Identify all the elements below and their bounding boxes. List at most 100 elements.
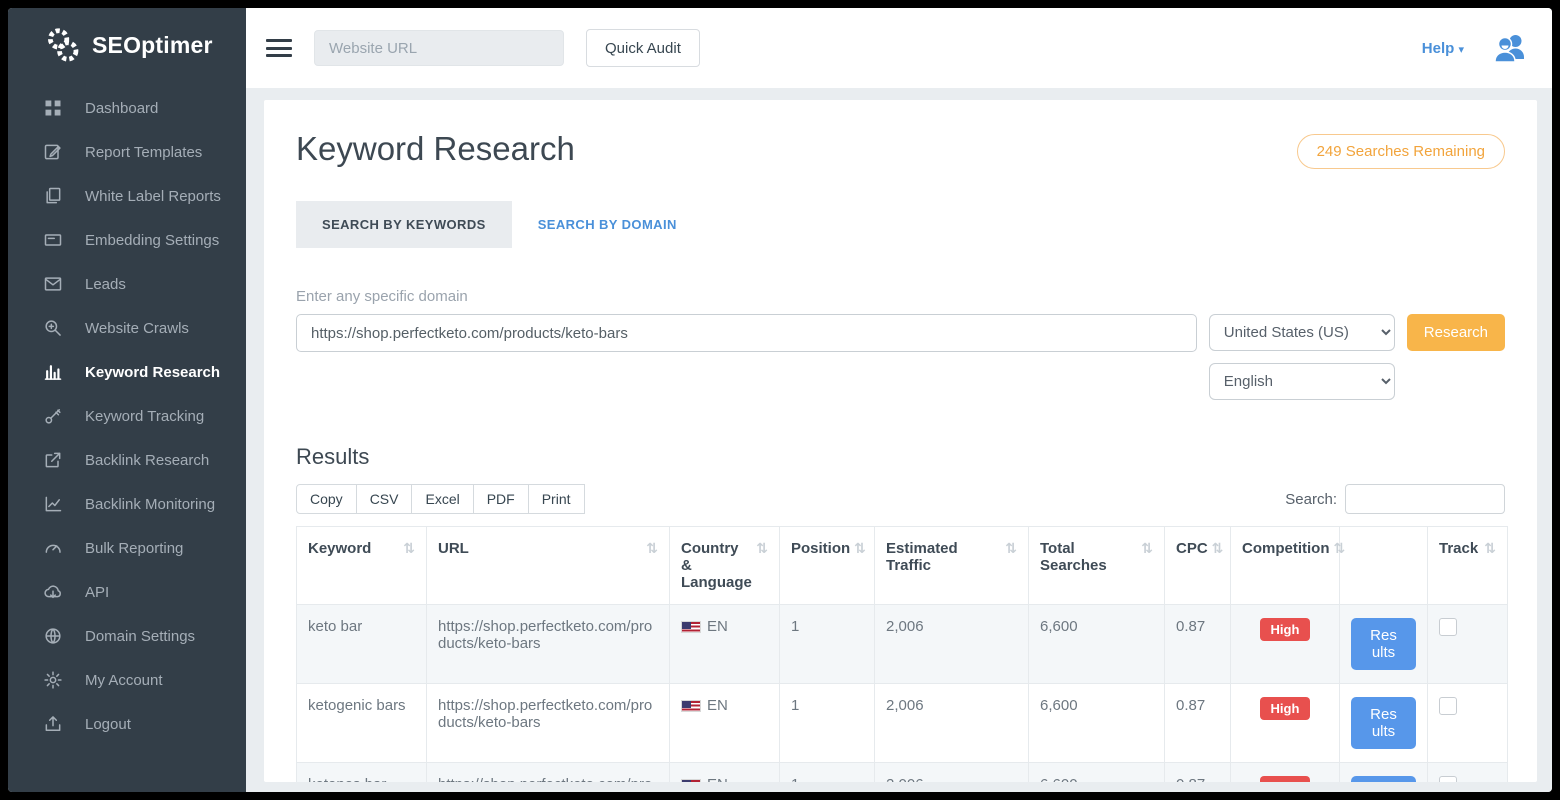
position-cell: 1 bbox=[780, 605, 875, 684]
sidebar-item[interactable]: Embedding Settings bbox=[8, 218, 246, 262]
sidebar-item[interactable]: Leads bbox=[8, 262, 246, 306]
total-searches-cell: 6,600 bbox=[1029, 763, 1165, 783]
website-url-input[interactable] bbox=[314, 30, 564, 66]
url-cell: https://shop.perfectketo.com/products/ke… bbox=[427, 684, 670, 763]
country-language-cell: EN bbox=[670, 605, 780, 684]
competition-cell: High bbox=[1231, 684, 1340, 763]
table-search-input[interactable] bbox=[1345, 484, 1505, 514]
sidebar-item-label: Bulk Reporting bbox=[85, 540, 183, 557]
sort-icon: ⇅ bbox=[1334, 540, 1346, 557]
export-button-group: Copy CSV Excel PDF Print bbox=[296, 484, 584, 514]
sidebar-item-label: Keyword Research bbox=[85, 364, 220, 381]
sort-icon: ⇅ bbox=[1005, 540, 1017, 574]
us-flag-icon bbox=[681, 700, 701, 712]
domain-settings-icon bbox=[43, 626, 63, 646]
logout-icon bbox=[43, 714, 63, 734]
language-select[interactable]: English bbox=[1209, 363, 1395, 400]
col-header-url[interactable]: URL⇅ bbox=[427, 527, 670, 605]
col-header-track[interactable]: Track⇅ bbox=[1428, 527, 1508, 605]
sidebar-item[interactable]: Backlink Research bbox=[8, 438, 246, 482]
sort-icon: ⇅ bbox=[1212, 540, 1224, 557]
country-language-cell: EN bbox=[670, 684, 780, 763]
col-header-cpc[interactable]: CPC⇅ bbox=[1165, 527, 1231, 605]
report-templates-icon bbox=[43, 142, 63, 162]
sidebar-item-label: My Account bbox=[85, 672, 163, 689]
sidebar-item-label: Dashboard bbox=[85, 100, 158, 117]
sidebar-item[interactable]: Website Crawls bbox=[8, 306, 246, 350]
col-header-position[interactable]: Position⇅ bbox=[780, 527, 875, 605]
total-searches-cell: 6,600 bbox=[1029, 684, 1165, 763]
export-button[interactable]: Excel bbox=[411, 484, 473, 514]
estimated-traffic-cell: 2,006 bbox=[875, 605, 1029, 684]
search-tabs: SEARCH BY KEYWORDS SEARCH BY DOMAIN bbox=[296, 201, 1505, 248]
sort-icon: ⇅ bbox=[646, 540, 658, 557]
sidebar-item[interactable]: White Label Reports bbox=[8, 174, 246, 218]
competition-badge: High bbox=[1260, 618, 1311, 641]
results-button[interactable]: Results bbox=[1351, 618, 1416, 670]
sidebar-item-label: Report Templates bbox=[85, 144, 202, 161]
results-button[interactable]: Results bbox=[1351, 697, 1416, 749]
sidebar-item[interactable]: API bbox=[8, 570, 246, 614]
sidebar-item[interactable]: Backlink Monitoring bbox=[8, 482, 246, 526]
sidebar-item[interactable]: Keyword Research bbox=[8, 350, 246, 394]
country-language-cell: EN bbox=[670, 763, 780, 783]
track-checkbox[interactable] bbox=[1439, 618, 1457, 636]
results-heading: Results bbox=[296, 444, 1505, 470]
results-button[interactable]: Results bbox=[1351, 776, 1416, 782]
export-button[interactable]: Copy bbox=[296, 484, 357, 514]
sidebar-item[interactable]: Dashboard bbox=[8, 86, 246, 130]
track-cell bbox=[1428, 605, 1508, 684]
topbar: Quick Audit Help ▾ bbox=[246, 8, 1552, 88]
sort-icon: ⇅ bbox=[1141, 540, 1153, 574]
keyword-cell: ketones bar bbox=[297, 763, 427, 783]
research-button[interactable]: Research bbox=[1407, 314, 1505, 351]
url-cell: https://shop.perfectketo.com/products/ke… bbox=[427, 763, 670, 783]
sidebar-item[interactable]: Bulk Reporting bbox=[8, 526, 246, 570]
users-icon[interactable] bbox=[1492, 33, 1526, 63]
tab-search-by-domain[interactable]: SEARCH BY DOMAIN bbox=[512, 201, 703, 248]
col-header-competition[interactable]: Competition⇅ bbox=[1231, 527, 1340, 605]
domain-field-label: Enter any specific domain bbox=[296, 288, 1505, 305]
hamburger-menu-icon[interactable] bbox=[266, 39, 292, 57]
export-button[interactable]: Print bbox=[528, 484, 585, 514]
results-toolbar: Copy CSV Excel PDF Print Search: bbox=[296, 484, 1505, 514]
col-header-keyword[interactable]: Keyword⇅ bbox=[297, 527, 427, 605]
cpc-cell: 0.87 bbox=[1165, 763, 1231, 783]
content-area: Keyword Research 249 Searches Remaining … bbox=[246, 88, 1552, 792]
main-area: Quick Audit Help ▾ Keyword Research 249 … bbox=[246, 8, 1552, 792]
logo[interactable]: SEOptimer bbox=[8, 8, 246, 80]
keyword-cell: keto bar bbox=[297, 605, 427, 684]
sort-icon: ⇅ bbox=[756, 540, 768, 591]
content-card: Keyword Research 249 Searches Remaining … bbox=[264, 100, 1537, 782]
table-row: keto bar https://shop.perfectketo.com/pr… bbox=[297, 605, 1508, 684]
sidebar-item[interactable]: Keyword Tracking bbox=[8, 394, 246, 438]
track-checkbox[interactable] bbox=[1439, 697, 1457, 715]
col-header-country-language[interactable]: Country & Language⇅ bbox=[670, 527, 780, 605]
sidebar-item-label: Website Crawls bbox=[85, 320, 189, 337]
searches-remaining-badge: 249 Searches Remaining bbox=[1297, 134, 1505, 169]
sidebar-item-label: Keyword Tracking bbox=[85, 408, 204, 425]
col-header-total-searches[interactable]: Total Searches⇅ bbox=[1029, 527, 1165, 605]
sidebar-item[interactable]: Logout bbox=[8, 702, 246, 746]
action-cell: Results bbox=[1340, 605, 1428, 684]
sidebar-item[interactable]: My Account bbox=[8, 658, 246, 702]
embedding-settings-icon bbox=[43, 230, 63, 250]
export-button[interactable]: CSV bbox=[356, 484, 413, 514]
sidebar-item-label: Domain Settings bbox=[85, 628, 195, 645]
sidebar-item[interactable]: Domain Settings bbox=[8, 614, 246, 658]
col-header-estimated-traffic[interactable]: Estimated Traffic⇅ bbox=[875, 527, 1029, 605]
sort-icon: ⇅ bbox=[854, 540, 866, 557]
table-row: ketogenic bars https://shop.perfectketo.… bbox=[297, 684, 1508, 763]
export-button[interactable]: PDF bbox=[473, 484, 529, 514]
competition-cell: High bbox=[1231, 763, 1340, 783]
track-checkbox[interactable] bbox=[1439, 776, 1457, 782]
tab-search-by-keywords[interactable]: SEARCH BY KEYWORDS bbox=[296, 201, 512, 248]
quick-audit-button[interactable]: Quick Audit bbox=[586, 29, 700, 67]
leads-icon bbox=[43, 274, 63, 294]
domain-input[interactable] bbox=[296, 314, 1197, 352]
competition-badge: High bbox=[1260, 697, 1311, 720]
sidebar-item[interactable]: Report Templates bbox=[8, 130, 246, 174]
help-dropdown[interactable]: Help ▾ bbox=[1422, 40, 1464, 57]
country-select[interactable]: United States (US) bbox=[1209, 314, 1395, 351]
cpc-cell: 0.87 bbox=[1165, 605, 1231, 684]
